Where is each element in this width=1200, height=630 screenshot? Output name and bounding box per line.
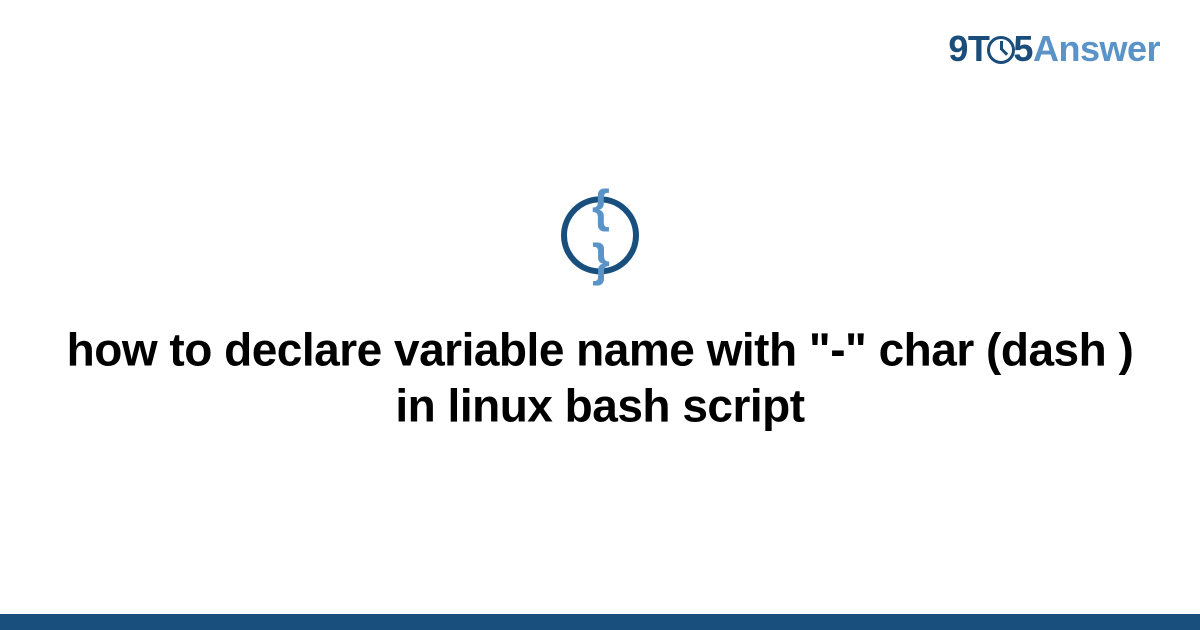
logo-middle: 5 [1013, 28, 1033, 69]
logo-suffix: Answer [1033, 28, 1160, 69]
main-content: { } how to declare variable name with "-… [0, 196, 1200, 433]
braces-glyph: { } [584, 179, 617, 287]
bottom-accent-bar [0, 614, 1200, 630]
braces-icon: { } [561, 196, 639, 274]
clock-icon [987, 36, 1015, 64]
site-logo[interactable]: 9T 5Answer [948, 28, 1160, 70]
question-title: how to declare variable name with "-" ch… [0, 321, 1200, 433]
logo-prefix: 9T [948, 28, 989, 69]
